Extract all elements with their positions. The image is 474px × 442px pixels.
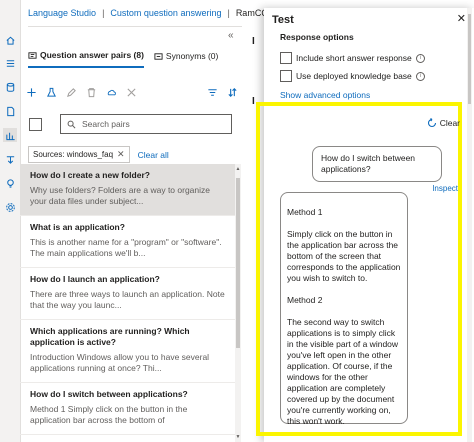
deployed-kb-checkbox[interactable] (280, 70, 292, 82)
test-panel: Test ✕ Response options Include short an… (256, 8, 474, 442)
qna-list-item[interactable]: How do I launch an application? There ar… (20, 268, 235, 320)
test-panel-scrollbar[interactable] (467, 8, 472, 442)
flask-icon[interactable] (46, 87, 57, 98)
document-icon[interactable] (3, 104, 17, 118)
settings-icon[interactable] (3, 200, 17, 214)
close-test-panel-icon[interactable]: ✕ (457, 12, 466, 25)
bot-response-paragraph: The second way to switch applications is… (287, 317, 399, 426)
bot-response-paragraph: Method 1 (287, 207, 323, 217)
qna-list-item[interactable]: How do I create a new folder? Why use fo… (20, 164, 235, 216)
qna-toolbar (26, 84, 238, 100)
qna-question: How do I create a new folder? (30, 170, 150, 180)
synonyms-icon (154, 52, 163, 60)
qna-answer-preview: There are three ways to launch an applic… (30, 289, 225, 310)
tab-question-answer-pairs[interactable]: Question answer pairs (8) (28, 50, 144, 68)
qna-list-item[interactable]: Which applications are running? Which ap… (20, 320, 235, 383)
delete-icon (87, 87, 96, 97)
qna-question: What is an application? (30, 222, 125, 232)
qa-pairs-icon (28, 51, 37, 59)
tab-synonyms[interactable]: Synonyms (0) (154, 50, 218, 68)
bot-response-bubble: Method 1 Simply click on the button in t… (280, 192, 408, 426)
breadcrumb-separator: | (102, 8, 105, 18)
filter-icon[interactable] (207, 87, 218, 98)
qna-list-item[interactable]: How do I switch between applications? Me… (20, 383, 235, 435)
scrollbar-thumb[interactable] (236, 178, 240, 348)
test-panel-title: Test (272, 14, 294, 26)
clear-all-link[interactable]: Clear all (138, 150, 169, 160)
sort-icon[interactable] (227, 87, 238, 98)
cloud-icon[interactable] (106, 87, 117, 98)
scroll-down-icon[interactable]: ▼ (235, 434, 241, 440)
deployed-kb-option: Use deployed knowledge base i (280, 70, 425, 82)
filter-row: Sources: windows_faq ✕ Clear all (28, 146, 169, 163)
qna-answer-preview: Introduction Windows allow you to have s… (30, 352, 210, 373)
qna-question: Which applications are running? Which ap… (30, 326, 190, 347)
scroll-up-icon[interactable]: ▲ (235, 166, 241, 172)
search-input[interactable] (82, 119, 222, 129)
short-answer-option: Include short answer response i (280, 52, 425, 64)
background-heading: I (252, 96, 255, 107)
qna-list: How do I create a new folder? Why use fo… (20, 164, 235, 442)
deploy-icon[interactable] (3, 152, 17, 166)
clear-chat-button[interactable]: Clear (427, 118, 460, 128)
scrollbar-thumb[interactable] (468, 14, 471, 104)
panel-tabs: Question answer pairs (8) Synonyms (0) (28, 50, 218, 68)
source-filter-chip[interactable]: Sources: windows_faq ✕ (28, 146, 130, 163)
qna-question: How do I switch between applications? (30, 389, 188, 399)
bulb-icon[interactable] (3, 176, 17, 190)
qna-answer-preview: Why use folders? Folders are a way to or… (30, 185, 211, 206)
breadcrumb-language-studio[interactable]: Language Studio (28, 8, 96, 18)
search-icon (67, 120, 76, 128)
short-answer-label: Include short answer response (296, 53, 412, 63)
search-box (60, 114, 232, 134)
background-heading: I (252, 36, 255, 47)
user-message-bubble: How do I switch between applications? (312, 146, 442, 182)
home-icon[interactable] (3, 33, 17, 47)
inspect-link[interactable]: Inspect (432, 184, 458, 193)
database-icon[interactable] (3, 80, 17, 94)
info-icon[interactable]: i (415, 71, 425, 81)
clear-label: Clear (439, 118, 460, 128)
list-scrollbar[interactable]: ▲ ▼ (235, 164, 241, 442)
refresh-icon (427, 118, 436, 128)
breadcrumb-custom-qa[interactable]: Custom question answering (110, 8, 221, 18)
short-answer-checkbox[interactable] (280, 52, 292, 64)
response-options-label: Response options (280, 32, 354, 42)
edit-icon (67, 87, 76, 97)
select-all-checkbox[interactable] (29, 118, 42, 131)
add-icon[interactable] (26, 87, 37, 98)
info-icon[interactable]: i (415, 53, 425, 63)
qna-answer-preview: This is another name for a "program" or … (30, 237, 222, 258)
collapse-panel-button[interactable]: « (228, 30, 234, 41)
bot-response-paragraph: Simply click on the button in the applic… (287, 229, 401, 283)
qna-pairs-panel: « Question answer pairs (8) Synonyms (0)… (20, 26, 243, 442)
close-icon (127, 87, 136, 97)
bot-response-paragraph: Method 2 (287, 295, 323, 305)
list-icon[interactable] (3, 56, 17, 70)
remove-filter-icon[interactable]: ✕ (117, 149, 125, 160)
show-advanced-options-link[interactable]: Show advanced options (280, 90, 370, 100)
breadcrumb-separator: | (227, 8, 230, 18)
nav-rail (0, 0, 21, 442)
deployed-kb-label: Use deployed knowledge base (296, 71, 412, 81)
analytics-icon[interactable] (3, 128, 17, 142)
qna-question: How do I launch an application? (30, 274, 160, 284)
chip-label: Sources: windows_faq (33, 150, 114, 159)
tab-label: Question answer pairs (8) (40, 50, 144, 60)
tab-label: Synonyms (0) (165, 51, 219, 61)
qna-answer-preview: Method 1 Simply click on the button in t… (30, 404, 188, 425)
qna-list-item[interactable]: What is an application? This is another … (20, 216, 235, 268)
